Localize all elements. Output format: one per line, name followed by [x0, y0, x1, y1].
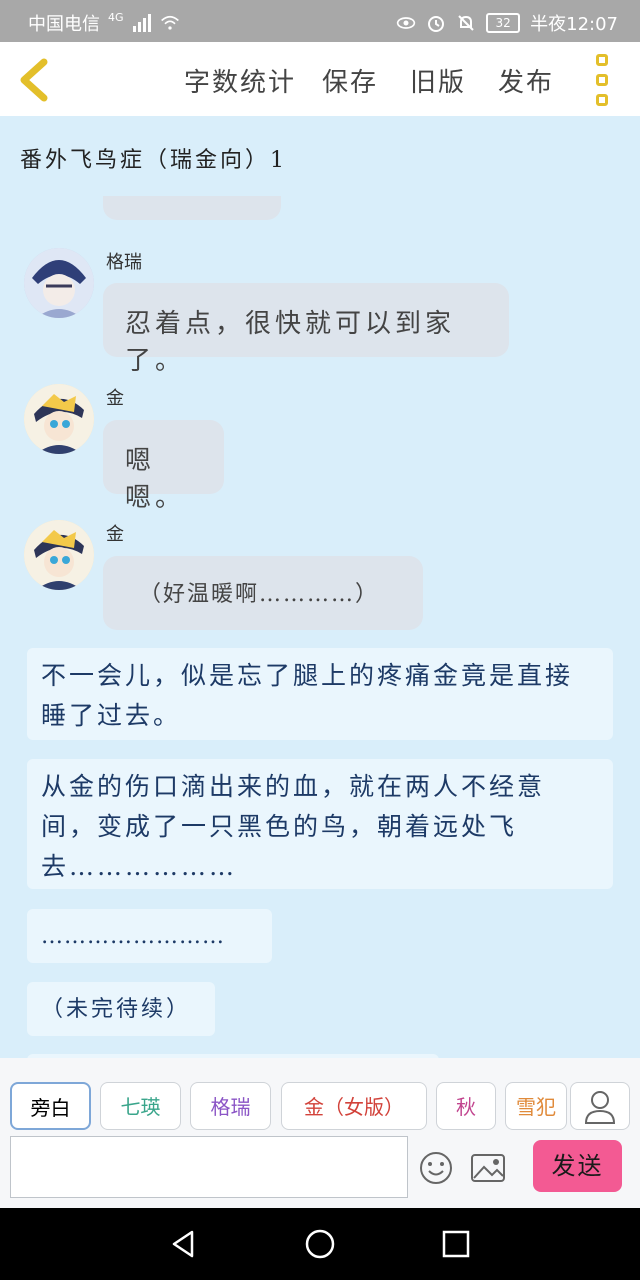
speaker-name: 金: [106, 388, 124, 409]
story-title: 番外飞鸟症（瑞金向）1: [20, 148, 287, 173]
network-label: 4G: [108, 10, 124, 24]
time-label: 半夜12:07: [530, 14, 618, 35]
save-button[interactable]: 保存: [322, 62, 378, 99]
top-toolbar: 字数统计 保存 旧版 发布: [0, 42, 640, 116]
role-chip[interactable]: 雪犯: [505, 1082, 567, 1130]
nav-back-icon[interactable]: [166, 1226, 202, 1262]
message-bubble[interactable]: 忍着点，很快就可以到家了。: [103, 283, 509, 376]
more-vertical-icon[interactable]: [596, 54, 614, 106]
avatar-jin[interactable]: [24, 384, 94, 454]
speaker-name: 格瑞: [106, 252, 142, 273]
role-chip[interactable]: 格瑞: [190, 1082, 271, 1130]
narration-block[interactable]: 不一会儿，似是忘了腿上的疼痛金竟是直接睡了过去。: [27, 648, 613, 740]
nav-home-icon[interactable]: [302, 1226, 338, 1262]
system-nav-bar: [0, 1208, 640, 1280]
role-chip[interactable]: 七瑛: [100, 1082, 181, 1130]
signal-icon: [132, 14, 151, 32]
publish-button[interactable]: 发布: [498, 62, 554, 99]
speaker-name: 金: [106, 524, 124, 545]
avatar-jin[interactable]: [24, 520, 94, 590]
message-bubble[interactable]: （好温暖啊…………）: [103, 556, 423, 630]
alarm-icon: [428, 16, 445, 32]
battery-indicator: 32: [486, 13, 521, 33]
image-icon[interactable]: [470, 1152, 506, 1184]
word-count-button[interactable]: 字数统计: [184, 62, 296, 99]
wifi-icon: [160, 15, 179, 30]
narration-block[interactable]: （未完待续）: [27, 982, 215, 1036]
mute-bell-icon: [458, 15, 474, 31]
role-chip-narrator[interactable]: 旁白: [10, 1082, 91, 1130]
eye-icon: [396, 17, 416, 29]
role-chip[interactable]: 金（女版）: [281, 1082, 427, 1130]
story-content[interactable]: 番外飞鸟症（瑞金向）1 格瑞 忍着点，很快就可以到家了。 金 嗯嗯。 金 （好温…: [0, 116, 640, 1070]
emoji-icon[interactable]: [418, 1150, 454, 1186]
old-version-button[interactable]: 旧版: [410, 62, 466, 99]
status-bar: 中国电信 4G 32 半夜12:07: [0, 0, 640, 42]
person-icon[interactable]: [570, 1082, 630, 1130]
carrier-label: 中国电信: [28, 14, 100, 35]
send-button[interactable]: 发送: [533, 1140, 622, 1192]
chevron-left-icon[interactable]: [14, 58, 54, 102]
narration-block[interactable]: ……………………: [27, 909, 272, 963]
input-panel: 旁白 七瑛 格瑞 金（女版） 秋 雪犯 发送: [0, 1058, 640, 1208]
message-input[interactable]: [10, 1136, 408, 1198]
narration-block[interactable]: 从金的伤口滴出来的血，就在两人不经意间，变成了一只黑色的鸟，朝着远处飞去……………: [27, 759, 613, 889]
role-chip[interactable]: 秋: [436, 1082, 496, 1130]
avatar-gerui[interactable]: [24, 248, 94, 318]
partial-message-bubble[interactable]: [103, 196, 281, 220]
nav-recents-icon[interactable]: [438, 1226, 474, 1262]
message-bubble[interactable]: 嗯嗯。: [103, 420, 224, 513]
